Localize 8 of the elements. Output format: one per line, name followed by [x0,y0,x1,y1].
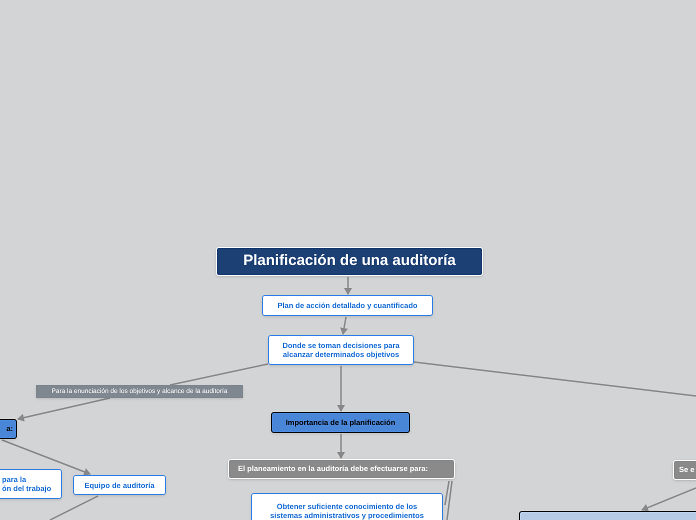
connector-line [50,495,98,520]
connector-arrow [340,316,348,335]
connector-line [444,480,453,520]
connector-arrow [344,277,352,295]
topic-node[interactable]: Planificación de una auditoría [216,247,483,276]
connector-arrow [641,487,696,512]
connector-arrow [337,434,345,459]
connector-arrow [337,366,345,412]
